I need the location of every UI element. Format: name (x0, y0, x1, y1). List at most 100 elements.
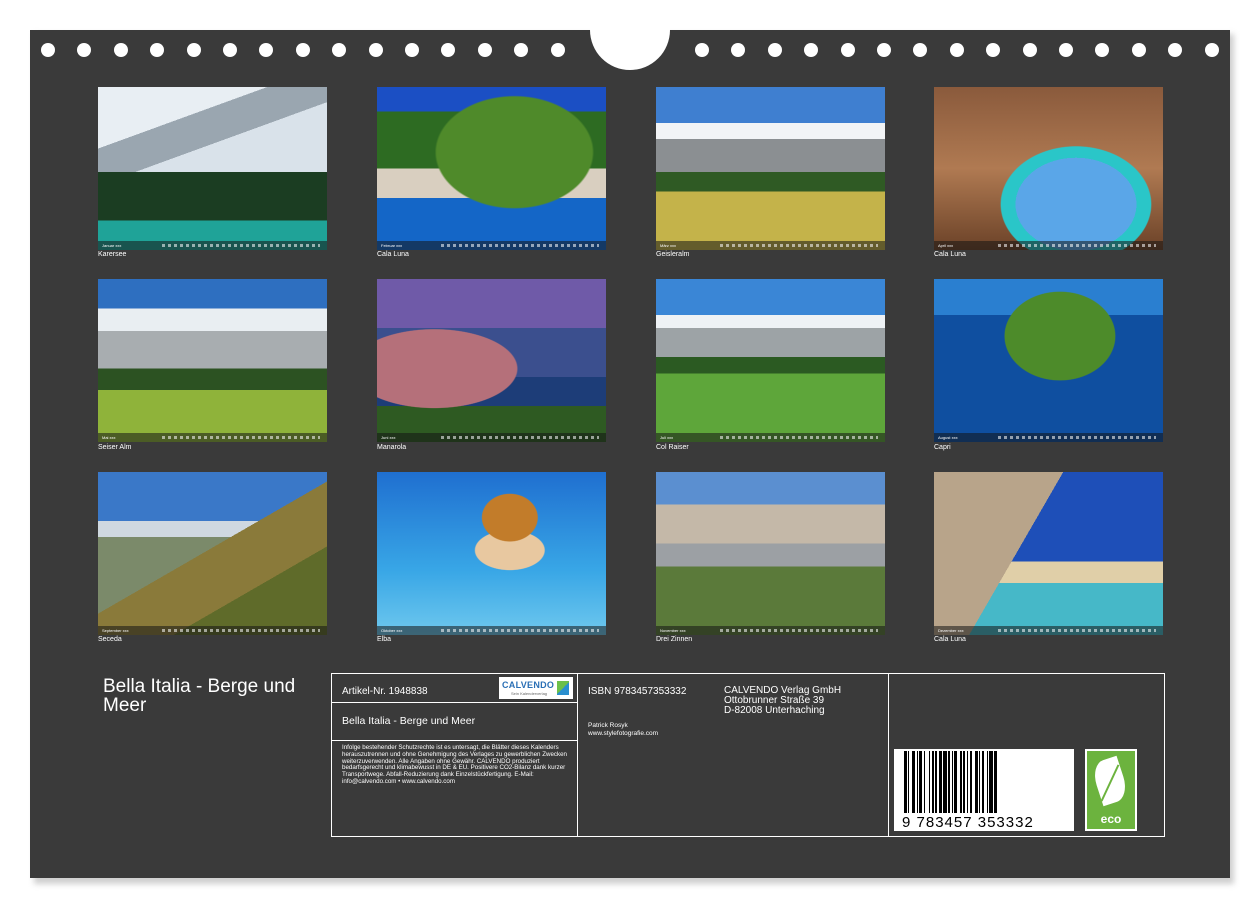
binding-hole (1022, 43, 1037, 57)
binding-hole (186, 43, 201, 57)
landscape-photo (934, 87, 1163, 250)
publisher-address: CALVENDO Verlag GmbH Ottobrunner Straße … (724, 685, 842, 716)
photo-caption: Col Raiser (656, 444, 689, 451)
barcode-bar (916, 751, 918, 813)
binding-hole (550, 43, 565, 57)
barcode-bar (994, 751, 997, 813)
photo-tile: Februar xxx (377, 87, 606, 250)
photo-caption: Geisleralm (656, 251, 690, 258)
info-box: Artikel-Nr. 1948838 CALVENDO Sein Kalend… (331, 673, 1165, 837)
barcode-bar (966, 751, 968, 813)
barcode-bar (929, 751, 931, 813)
landscape-photo (934, 472, 1163, 635)
binding-hole (223, 43, 237, 57)
landscape-photo (656, 472, 885, 635)
month-label: April xxx (938, 243, 954, 248)
photo-caption: Elba (377, 636, 392, 643)
barcode-bar (975, 751, 978, 813)
box-title: Bella Italia - Berge und Meer (342, 715, 476, 727)
binding-hole (840, 43, 855, 57)
month-label: Dezember xxx (938, 628, 964, 633)
barcode-bar (911, 751, 916, 813)
barcode-bar (939, 751, 942, 813)
binding-hole (368, 43, 383, 57)
calendar-title: Bella Italia - Berge und Meer (103, 676, 296, 716)
binding-hole (113, 43, 128, 57)
barcode-bar (989, 751, 993, 813)
landscape-photo (656, 87, 885, 250)
photo-tile: April xxx (934, 87, 1163, 250)
photo-caption: Capri (934, 444, 951, 451)
photo-caption: Cala Luna (934, 251, 966, 258)
landscape-photo (98, 472, 327, 635)
photo-tile: Juli xxx (656, 279, 885, 442)
barcode-bar (919, 751, 922, 813)
barcode-bar (960, 751, 962, 813)
barcode-bar (986, 751, 988, 813)
barcode-number: 9 783457 353332 (902, 814, 1034, 831)
isbn-barcode: 9 783457 353332 (894, 749, 1074, 831)
landscape-photo (656, 279, 885, 442)
month-label: März xxx (660, 243, 676, 248)
photo-tile: Dezember xxx (934, 472, 1163, 635)
article-number: Artikel-Nr. 1948838 (342, 686, 428, 697)
photo-tile: August xxx (934, 279, 1163, 442)
month-label: August xxx (938, 435, 958, 440)
barcode-bar (931, 751, 934, 813)
barcode-bar (951, 751, 953, 813)
month-label: Oktober xxx (381, 628, 403, 633)
photo-caption: Manarola (377, 444, 407, 451)
month-label: Mai xxx (102, 435, 116, 440)
photo-tile: September xxx (98, 472, 327, 635)
binding-hole (949, 43, 964, 57)
binding-hole (1204, 43, 1219, 57)
month-label: Februar xxx (381, 243, 403, 248)
photo-tile: Juni xxx (377, 279, 606, 442)
binding-hole (695, 43, 709, 57)
barcode-bar (904, 751, 907, 813)
month-label: Juli xxx (660, 435, 674, 440)
photo-caption: Cala Luna (934, 636, 966, 643)
month-label: Juni xxx (381, 435, 396, 440)
photo-caption: Seceda (98, 636, 122, 643)
binding-hole (295, 43, 310, 57)
landscape-photo (377, 472, 606, 635)
landscape-photo (98, 279, 327, 442)
photo-tile: November xxx (656, 472, 885, 635)
legal-text: Infolge bestehender Schutzrechte ist es … (342, 744, 567, 785)
photo-caption: Seiser Alm (98, 444, 132, 451)
photo-caption: Karersee (98, 251, 127, 258)
calvendo-logo: CALVENDO Sein Kalenderverlag (499, 677, 573, 699)
barcode-bar (907, 751, 909, 813)
eco-badge: eco (1085, 749, 1137, 831)
month-label: Januar xxx (102, 243, 122, 248)
binding-hole (41, 43, 55, 57)
barcode-bar (924, 751, 926, 813)
barcode-bar (970, 751, 972, 813)
binding-hole (877, 43, 891, 57)
binding-hole (1059, 43, 1073, 57)
photo-tile: März xxx (656, 87, 885, 250)
landscape-photo (934, 279, 1163, 442)
binding-hole (1131, 43, 1146, 57)
barcode-bar (954, 751, 957, 813)
photo-caption: Drei Zinnen (656, 636, 693, 643)
photo-tile: Oktober xxx (377, 472, 606, 635)
isbn: ISBN 9783457353332 (588, 686, 687, 697)
author-name: Patrick Rosyk (588, 722, 628, 729)
barcode-bar (947, 751, 951, 813)
photo-tile: Januar xxx (98, 87, 327, 250)
month-label: September xxx (102, 628, 129, 633)
landscape-photo (98, 87, 327, 250)
author-website: www.stylefotografie.com (588, 730, 659, 737)
barcode-bar (935, 751, 937, 813)
landscape-photo (377, 279, 606, 442)
barcode-bar (942, 751, 947, 813)
binding-hole (405, 43, 419, 57)
binding-hole (477, 43, 492, 57)
barcode-bar (979, 751, 981, 813)
barcode-bar (981, 751, 984, 813)
photo-tile: Mai xxx (98, 279, 327, 442)
landscape-photo (377, 87, 606, 250)
barcode-bar (962, 751, 966, 813)
